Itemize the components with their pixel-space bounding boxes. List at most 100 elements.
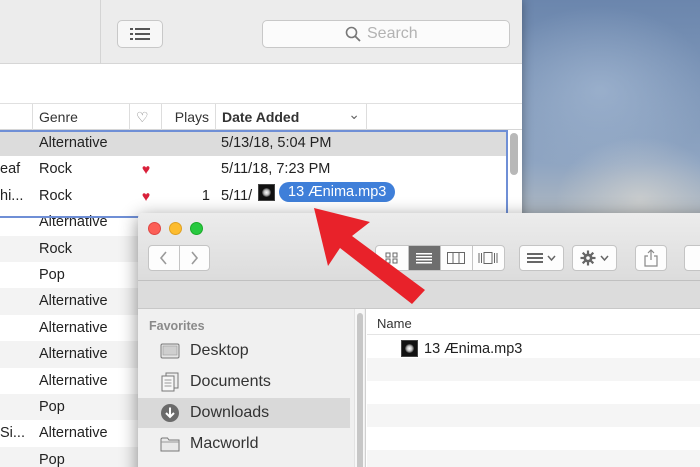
share-icon xyxy=(644,249,658,267)
song-date-added: 5/13/18, 5:04 PM xyxy=(221,135,332,151)
sidebar-item-desktop[interactable]: Desktop xyxy=(138,336,350,366)
file-row xyxy=(367,450,700,467)
audio-file-icon xyxy=(401,340,418,357)
sidebar-item-label: Documents xyxy=(190,373,271,390)
action-button[interactable] xyxy=(572,245,617,271)
chevron-left-icon xyxy=(160,251,168,265)
song-row[interactable]: Alternative 5/13/18, 5:04 PM xyxy=(0,130,508,157)
song-title xyxy=(0,341,30,367)
file-name: 13 Ænima.mp3 xyxy=(424,340,523,357)
song-genre: Alternative xyxy=(39,293,108,310)
scrollbar-thumb[interactable] xyxy=(510,133,518,175)
columns-icon xyxy=(447,252,466,264)
downloads-icon xyxy=(160,404,180,422)
heart-icon[interactable]: ♥ xyxy=(138,183,154,209)
toolbar-divider xyxy=(100,0,101,64)
song-title xyxy=(0,315,30,341)
song-genre: Rock xyxy=(39,187,73,204)
sidebar-scrollbar-thumb[interactable] xyxy=(357,313,363,467)
song-title: Si... xyxy=(0,425,25,442)
icon-view-button[interactable] xyxy=(376,246,408,270)
name-column-header[interactable]: Name xyxy=(367,309,700,335)
finder-toolbar xyxy=(138,213,700,281)
song-genre: Alternative xyxy=(39,372,108,389)
forward-button[interactable] xyxy=(178,246,209,270)
drag-item-label: 13 Ænima.mp3 xyxy=(279,182,396,202)
sidebar-item-label: Desktop xyxy=(190,342,249,359)
search-input[interactable] xyxy=(367,25,427,43)
album-art-icon xyxy=(258,183,275,201)
desktop-icon xyxy=(160,342,180,360)
song-genre: Alternative xyxy=(39,135,108,151)
plays-column-header[interactable]: Plays xyxy=(162,104,216,130)
love-column-header[interactable]: ♡ xyxy=(130,104,162,130)
search-field[interactable] xyxy=(262,20,510,48)
itunes-subbar xyxy=(0,64,522,104)
song-date-added: 5/11/18, 7:23 PM xyxy=(221,161,331,178)
zoom-window-button[interactable] xyxy=(190,222,203,235)
gallery-icon xyxy=(478,252,498,264)
song-title: hi... xyxy=(0,187,24,204)
file-item[interactable]: 13 Ænima.mp3 xyxy=(401,340,522,357)
arrange-button[interactable] xyxy=(519,245,564,271)
song-genre: Alternative xyxy=(39,214,108,231)
finder-window: Favorites Desktop Documents Downloads Ma… xyxy=(138,213,700,467)
song-title xyxy=(0,368,30,394)
gallery-view-button[interactable] xyxy=(471,246,504,270)
folder-icon xyxy=(160,435,180,453)
arrange-icon xyxy=(526,253,556,263)
chevron-down-icon: ⌄ xyxy=(348,106,360,122)
file-list: Name 13 Ænima.mp3 xyxy=(367,309,700,467)
song-genre: Rock xyxy=(39,240,73,257)
file-row xyxy=(367,358,700,381)
song-title: eaf xyxy=(0,161,21,178)
title-column-header[interactable] xyxy=(0,104,33,130)
sidebar-item-label: Macworld xyxy=(190,435,259,452)
song-genre: Alternative xyxy=(39,346,108,363)
toolbar-button[interactable] xyxy=(684,245,700,271)
song-title xyxy=(0,394,30,420)
finder-sidebar: Favorites Desktop Documents Downloads Ma… xyxy=(138,309,366,467)
minimize-window-button[interactable] xyxy=(169,222,182,235)
list-view-button[interactable] xyxy=(117,20,163,48)
song-genre: Alternative xyxy=(39,425,108,442)
sidebar-scrollbar[interactable] xyxy=(354,309,364,467)
column-view-button[interactable] xyxy=(439,246,472,270)
documents-icon xyxy=(160,372,180,392)
list-view-button[interactable] xyxy=(407,246,440,270)
heart-icon[interactable] xyxy=(138,130,154,156)
list-icon xyxy=(416,253,433,264)
genre-column-header[interactable]: Genre xyxy=(33,104,130,130)
song-genre: Alternative xyxy=(39,319,108,336)
song-plays: 1 xyxy=(201,187,210,204)
column-header: Genre ♡ Plays Date Added ⌄ xyxy=(0,104,522,130)
path-bar xyxy=(138,281,700,309)
file-row xyxy=(367,404,700,427)
date-added-column-header[interactable]: Date Added ⌄ xyxy=(216,104,367,130)
navigation-buttons xyxy=(148,245,210,271)
song-title xyxy=(0,236,30,262)
song-title xyxy=(0,288,30,314)
file-row xyxy=(367,381,700,404)
song-genre: Pop xyxy=(39,398,65,415)
sidebar-item-documents[interactable]: Documents xyxy=(138,367,350,397)
drag-item: 13 Ænima.mp3 xyxy=(258,182,396,202)
view-mode-buttons xyxy=(375,245,505,271)
favorites-section-label: Favorites xyxy=(149,319,205,333)
song-genre: Rock xyxy=(39,161,73,178)
sidebar-item-downloads[interactable]: Downloads xyxy=(138,398,350,428)
song-row[interactable]: hi... Rock ♥ 1 5/11/ xyxy=(0,183,508,209)
heart-icon[interactable]: ♥ xyxy=(138,156,154,182)
close-window-button[interactable] xyxy=(148,222,161,235)
itunes-toolbar xyxy=(0,0,522,64)
song-genre: Pop xyxy=(39,266,65,283)
date-added-header-label: Date Added xyxy=(222,109,300,125)
song-row[interactable]: eaf Rock ♥ 5/11/18, 7:23 PM xyxy=(0,156,508,182)
sidebar-item-macworld[interactable]: Macworld xyxy=(138,429,350,459)
grid-icon xyxy=(385,252,398,264)
share-button[interactable] xyxy=(635,245,667,271)
song-title xyxy=(0,447,30,467)
genre-header-label: Genre xyxy=(39,109,78,125)
back-button[interactable] xyxy=(149,246,179,270)
gear-icon xyxy=(580,250,609,266)
